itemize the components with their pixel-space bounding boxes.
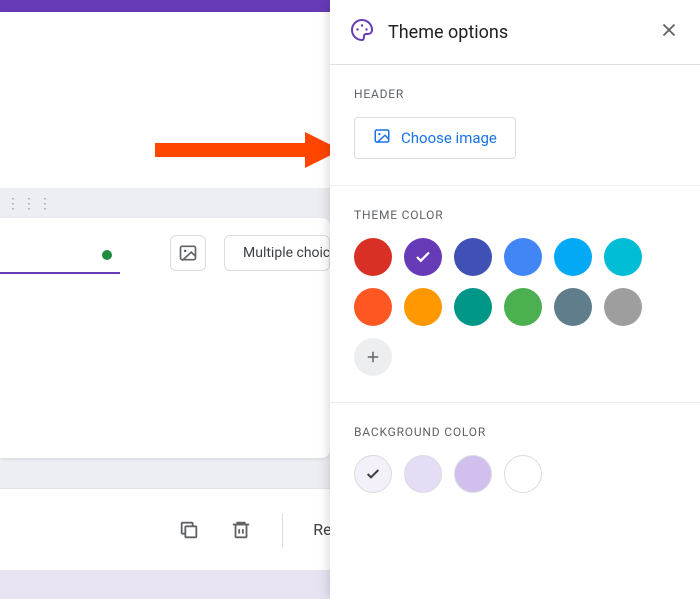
theme-color-swatches [354,238,666,376]
copy-icon [178,519,200,541]
section-theme-label: THEME COLOR [354,208,676,222]
image-icon [178,243,198,263]
theme-color-swatch[interactable] [554,288,592,326]
trash-icon [230,519,252,541]
theme-color-swatch[interactable] [454,288,492,326]
palette-icon [350,18,374,46]
delete-button[interactable] [230,519,252,541]
add-image-button[interactable] [170,235,206,271]
choose-image-button[interactable]: Choose image [354,117,516,159]
question-type-label: Multiple choice [243,245,330,261]
choose-image-label: Choose image [401,129,497,147]
section-theme-color: THEME COLOR [330,186,700,403]
check-icon [365,466,381,482]
theme-color-swatch[interactable] [454,238,492,276]
panel-title: Theme options [388,22,644,43]
section-header-label: HEADER [354,87,676,101]
theme-color-swatch[interactable] [604,288,642,326]
panel-header: Theme options [330,0,700,65]
question-footer-toolbar: Rec [0,488,330,570]
theme-color-swatch[interactable] [354,288,392,326]
theme-color-swatch[interactable] [354,238,392,276]
close-icon [658,19,680,41]
background-color-swatch[interactable] [354,455,392,493]
divider [282,513,283,547]
drag-handle-icon[interactable]: ⋮⋮⋮ [6,196,54,212]
theme-color-swatch[interactable] [504,288,542,326]
theme-options-panel: Theme options HEADER Choose image THEME … [330,0,700,599]
form-header-area [0,12,330,188]
background-color-swatch[interactable] [404,455,442,493]
section-header: HEADER Choose image [330,65,700,186]
check-icon [414,248,432,266]
background-color-swatches [354,455,676,493]
section-background-label: BACKGROUND COLOR [354,425,676,439]
theme-color-swatch[interactable] [404,288,442,326]
form-background-strip [0,570,330,599]
background-color-swatch[interactable] [504,455,542,493]
add-custom-color-button[interactable] [354,338,392,376]
background-color-swatch[interactable] [454,455,492,493]
theme-color-swatch[interactable] [554,238,592,276]
close-button[interactable] [658,19,680,45]
plus-icon [364,348,382,366]
theme-color-swatch[interactable] [404,238,442,276]
question-type-dropdown[interactable]: Multiple choice [224,235,330,271]
section-background-color: BACKGROUND COLOR [330,403,700,519]
input-underline [0,272,120,274]
theme-color-swatch[interactable] [504,238,542,276]
active-indicator [102,250,112,260]
image-icon [373,127,391,149]
theme-color-swatch[interactable] [604,238,642,276]
duplicate-button[interactable] [178,519,200,541]
